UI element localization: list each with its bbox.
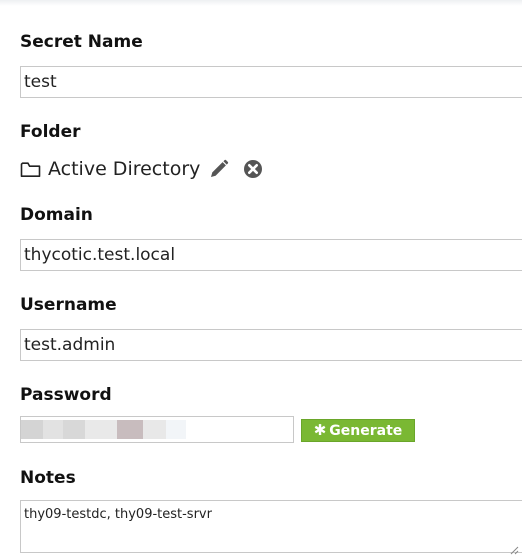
pencil-icon[interactable] [208,159,229,180]
generate-button[interactable]: ✱ Generate [301,419,415,442]
secret-name-input[interactable]: test [20,66,522,98]
password-label: Password [20,385,112,405]
remove-circle-icon[interactable] [243,159,263,179]
password-input[interactable] [20,416,294,443]
username-input[interactable]: test.admin [20,329,522,361]
notes-textarea[interactable]: thy09-testdc, thy09-test-srvr [20,500,522,553]
folder-label: Folder [20,122,81,142]
domain-label: Domain [20,205,93,225]
secret-name-label: Secret Name [20,32,143,52]
masked-password [21,420,186,439]
folder-selector: Active Directory [20,156,263,182]
generate-button-label: Generate [329,422,403,439]
folder-name: Active Directory [48,158,201,180]
top-divider [0,0,522,6]
username-label: Username [20,295,117,315]
folder-icon [20,161,41,178]
notes-label: Notes [20,468,76,488]
resize-handle-icon[interactable] [508,540,519,555]
asterisk-icon: ✱ [313,421,327,439]
domain-input[interactable]: thycotic.test.local [20,239,522,271]
